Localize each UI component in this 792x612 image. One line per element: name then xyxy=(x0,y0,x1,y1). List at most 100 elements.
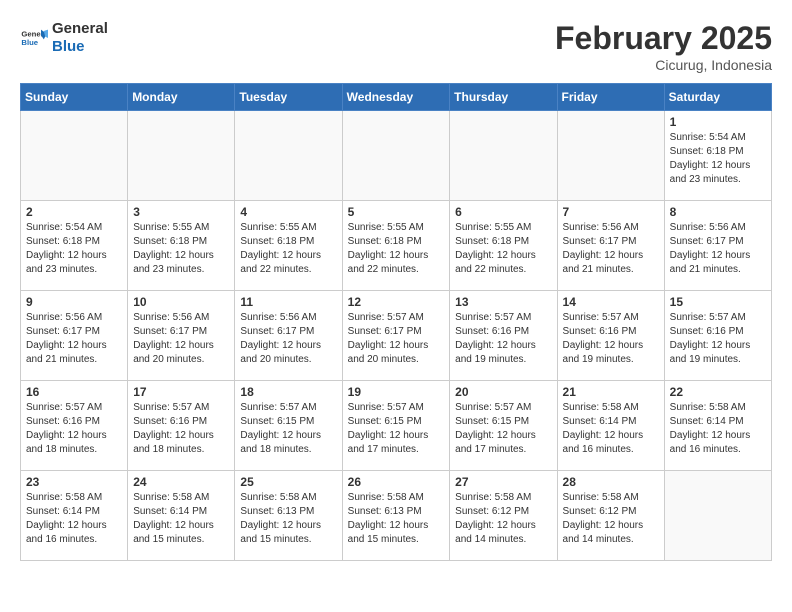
calendar-cell xyxy=(664,471,771,561)
day-info: Sunrise: 5:55 AM Sunset: 6:18 PM Dayligh… xyxy=(348,221,445,277)
title-block: February 2025 Cicurug, Indonesia xyxy=(555,20,772,73)
calendar-cell: 18 Sunrise: 5:57 AM Sunset: 6:15 PM Dayli… xyxy=(235,381,342,471)
day-number: 14 xyxy=(563,295,659,309)
calendar-cell: 4Sunrise: 5:55 AM Sunset: 6:18 PM Daylig… xyxy=(235,201,342,291)
day-number: 17 xyxy=(133,385,229,399)
day-number: 1 xyxy=(670,115,766,129)
day-number: 23 xyxy=(26,475,122,489)
day-number: 26 xyxy=(348,475,445,489)
day-number: 8 xyxy=(670,205,766,219)
calendar-cell: 28 Sunrise: 5:58 AM Sunset: 6:12 PM Dayli… xyxy=(557,471,664,561)
calendar-week-1: 2 Sunrise: 5:54 AM Sunset: 6:18 PM Daylig… xyxy=(21,201,772,291)
calendar-week-2: 9 Sunrise: 5:56 AM Sunset: 6:17 PM Daylig… xyxy=(21,291,772,381)
day-number: 24 xyxy=(133,475,229,489)
weekday-header-row: SundayMondayTuesdayWednesdayThursdayFrid… xyxy=(21,84,772,111)
day-number: 15 xyxy=(670,295,766,309)
day-info: Sunrise: 5:55 AM Sunset: 6:18 PM Dayligh… xyxy=(133,221,229,277)
day-info: Sunrise: 5:57 AM Sunset: 6:16 PM Dayligh… xyxy=(455,311,551,367)
day-number: 21 xyxy=(563,385,659,399)
calendar-cell: 17 Sunrise: 5:57 AM Sunset: 6:16 PM Dayli… xyxy=(128,381,235,471)
day-number: 28 xyxy=(563,475,659,489)
day-number: 18 xyxy=(240,385,336,399)
calendar-cell: 25Sunrise: 5:58 AM Sunset: 6:13 PM Dayli… xyxy=(235,471,342,561)
day-info: Sunrise: 5:55 AM Sunset: 6:18 PM Dayligh… xyxy=(455,221,551,277)
day-info: Sunrise: 5:57 AM Sunset: 6:15 PM Dayligh… xyxy=(348,401,445,457)
day-info: Sunrise: 5:56 AM Sunset: 6:17 PM Dayligh… xyxy=(26,311,122,367)
day-info: Sunrise: 5:57 AM Sunset: 6:16 PM Dayligh… xyxy=(563,311,659,367)
day-number: 19 xyxy=(348,385,445,399)
day-number: 5 xyxy=(348,205,445,219)
location-subtitle: Cicurug, Indonesia xyxy=(555,57,772,73)
calendar-cell xyxy=(342,111,450,201)
day-info: Sunrise: 5:54 AM Sunset: 6:18 PM Dayligh… xyxy=(26,221,122,277)
day-number: 6 xyxy=(455,205,551,219)
calendar-cell xyxy=(128,111,235,201)
calendar-cell: 14 Sunrise: 5:57 AM Sunset: 6:16 PM Dayli… xyxy=(557,291,664,381)
weekday-header-wednesday: Wednesday xyxy=(342,84,450,111)
day-number: 3 xyxy=(133,205,229,219)
day-number: 9 xyxy=(26,295,122,309)
calendar-cell: 27Sunrise: 5:58 AM Sunset: 6:12 PM Dayli… xyxy=(450,471,557,561)
calendar-cell: 15 Sunrise: 5:57 AM Sunset: 6:16 PM Dayli… xyxy=(664,291,771,381)
calendar-week-4: 23 Sunrise: 5:58 AM Sunset: 6:14 PM Dayli… xyxy=(21,471,772,561)
calendar-cell: 13 Sunrise: 5:57 AM Sunset: 6:16 PM Dayli… xyxy=(450,291,557,381)
calendar-cell xyxy=(235,111,342,201)
calendar-table: SundayMondayTuesdayWednesdayThursdayFrid… xyxy=(20,83,772,561)
day-number: 16 xyxy=(26,385,122,399)
day-info: Sunrise: 5:58 AM Sunset: 6:14 PM Dayligh… xyxy=(26,491,122,547)
calendar-cell: 16 Sunrise: 5:57 AM Sunset: 6:16 PM Dayli… xyxy=(21,381,128,471)
calendar-cell: 1 Sunrise: 5:54 AM Sunset: 6:18 PM Daylig… xyxy=(664,111,771,201)
calendar-cell: 22Sunrise: 5:58 AM Sunset: 6:14 PM Dayli… xyxy=(664,381,771,471)
weekday-header-tuesday: Tuesday xyxy=(235,84,342,111)
day-number: 27 xyxy=(455,475,551,489)
logo: General Blue General Blue xyxy=(20,20,108,56)
day-info: Sunrise: 5:57 AM Sunset: 6:16 PM Dayligh… xyxy=(133,401,229,457)
calendar-cell: 5 Sunrise: 5:55 AM Sunset: 6:18 PM Daylig… xyxy=(342,201,450,291)
svg-text:Blue: Blue xyxy=(21,38,38,47)
weekday-header-thursday: Thursday xyxy=(450,84,557,111)
logo-icon: General Blue xyxy=(20,24,48,52)
calendar-cell: 19 Sunrise: 5:57 AM Sunset: 6:15 PM Dayli… xyxy=(342,381,450,471)
day-info: Sunrise: 5:56 AM Sunset: 6:17 PM Dayligh… xyxy=(563,221,659,277)
day-info: Sunrise: 5:56 AM Sunset: 6:17 PM Dayligh… xyxy=(670,221,766,277)
calendar-cell: 21Sunrise: 5:58 AM Sunset: 6:14 PM Dayli… xyxy=(557,381,664,471)
day-number: 20 xyxy=(455,385,551,399)
day-info: Sunrise: 5:56 AM Sunset: 6:17 PM Dayligh… xyxy=(133,311,229,367)
calendar-cell: 6 Sunrise: 5:55 AM Sunset: 6:18 PM Daylig… xyxy=(450,201,557,291)
calendar-cell: 7 Sunrise: 5:56 AM Sunset: 6:17 PM Daylig… xyxy=(557,201,664,291)
day-info: Sunrise: 5:57 AM Sunset: 6:15 PM Dayligh… xyxy=(240,401,336,457)
calendar-week-3: 16 Sunrise: 5:57 AM Sunset: 6:16 PM Dayli… xyxy=(21,381,772,471)
day-number: 7 xyxy=(563,205,659,219)
day-number: 4 xyxy=(240,205,336,219)
calendar-cell: 12 Sunrise: 5:57 AM Sunset: 6:17 PM Dayli… xyxy=(342,291,450,381)
logo-blue: Blue xyxy=(52,38,108,56)
calendar-cell xyxy=(450,111,557,201)
calendar-cell: 9 Sunrise: 5:56 AM Sunset: 6:17 PM Daylig… xyxy=(21,291,128,381)
day-info: Sunrise: 5:58 AM Sunset: 6:14 PM Dayligh… xyxy=(133,491,229,547)
page-header: General Blue General Blue February 2025 … xyxy=(20,20,772,73)
day-number: 11 xyxy=(240,295,336,309)
calendar-cell: 10Sunrise: 5:56 AM Sunset: 6:17 PM Dayli… xyxy=(128,291,235,381)
day-info: Sunrise: 5:57 AM Sunset: 6:15 PM Dayligh… xyxy=(455,401,551,457)
day-info: Sunrise: 5:54 AM Sunset: 6:18 PM Dayligh… xyxy=(670,131,766,187)
day-number: 2 xyxy=(26,205,122,219)
day-number: 13 xyxy=(455,295,551,309)
day-info: Sunrise: 5:58 AM Sunset: 6:12 PM Dayligh… xyxy=(563,491,659,547)
day-info: Sunrise: 5:58 AM Sunset: 6:13 PM Dayligh… xyxy=(348,491,445,547)
calendar-cell: 24 Sunrise: 5:58 AM Sunset: 6:14 PM Dayli… xyxy=(128,471,235,561)
calendar-cell: 11 Sunrise: 5:56 AM Sunset: 6:17 PM Dayli… xyxy=(235,291,342,381)
weekday-header-saturday: Saturday xyxy=(664,84,771,111)
weekday-header-friday: Friday xyxy=(557,84,664,111)
day-info: Sunrise: 5:57 AM Sunset: 6:16 PM Dayligh… xyxy=(670,311,766,367)
day-info: Sunrise: 5:57 AM Sunset: 6:16 PM Dayligh… xyxy=(26,401,122,457)
calendar-cell: 26 Sunrise: 5:58 AM Sunset: 6:13 PM Dayli… xyxy=(342,471,450,561)
day-info: Sunrise: 5:56 AM Sunset: 6:17 PM Dayligh… xyxy=(240,311,336,367)
calendar-cell: 20 Sunrise: 5:57 AM Sunset: 6:15 PM Dayli… xyxy=(450,381,557,471)
calendar-cell xyxy=(21,111,128,201)
day-info: Sunrise: 5:58 AM Sunset: 6:13 PM Dayligh… xyxy=(240,491,336,547)
calendar-cell xyxy=(557,111,664,201)
day-number: 12 xyxy=(348,295,445,309)
calendar-cell: 23 Sunrise: 5:58 AM Sunset: 6:14 PM Dayli… xyxy=(21,471,128,561)
day-info: Sunrise: 5:57 AM Sunset: 6:17 PM Dayligh… xyxy=(348,311,445,367)
calendar-cell: 8 Sunrise: 5:56 AM Sunset: 6:17 PM Daylig… xyxy=(664,201,771,291)
